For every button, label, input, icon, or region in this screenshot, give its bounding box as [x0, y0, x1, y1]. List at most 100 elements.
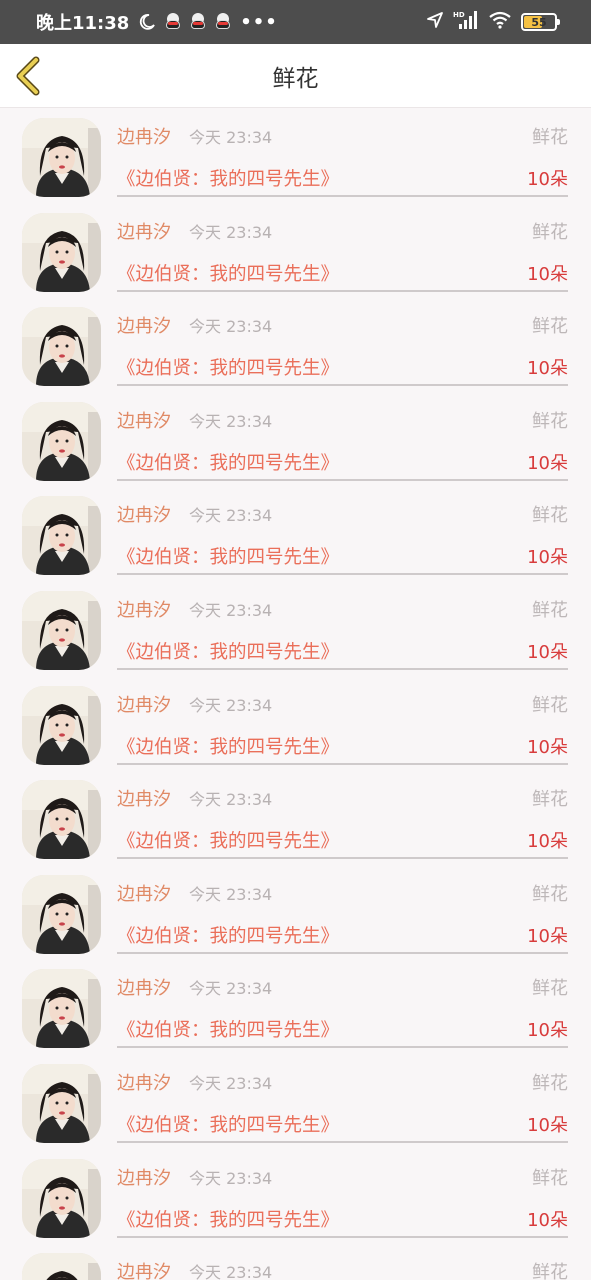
user-name[interactable]: 边冉汐 — [117, 785, 171, 811]
flower-count: 10朵 — [527, 452, 568, 474]
avatar[interactable] — [22, 118, 101, 197]
flower-count: 10朵 — [527, 1020, 568, 1042]
book-title[interactable]: 《边伯贤：我的四号先生》 — [117, 1206, 339, 1232]
book-title[interactable]: 《边伯贤：我的四号先生》 — [117, 1111, 339, 1137]
avatar[interactable] — [22, 307, 101, 387]
nav-bar: 鲜花 — [0, 44, 591, 108]
divider — [117, 573, 568, 576]
user-name[interactable]: 边冉汐 — [117, 1258, 171, 1280]
avatar[interactable] — [22, 1063, 101, 1143]
flower-count: 10朵 — [527, 169, 568, 190]
more-notifications-icon: ••• — [240, 11, 278, 33]
record-time: 今天 23:34 — [189, 979, 273, 999]
list-item[interactable]: 边冉汐 今天 23:34 鲜花《边伯贤：我的四号先生》 10朵 — [0, 1054, 591, 1149]
record-time: 今天 23:34 — [189, 884, 273, 904]
record-time: 今天 23:34 — [189, 506, 273, 526]
flower-count: 10朵 — [527, 1209, 568, 1231]
back-button[interactable] — [10, 54, 54, 98]
list-item[interactable]: 边冉汐 今天 23:34 鲜花 《边伯贤：我的四号先生》 10朵 — [0, 581, 591, 676]
list-item[interactable]: 边冉汐 今天 23:34 鲜花 《边伯贤：我的四号先生》 10朵 — [0, 676, 591, 771]
status-right: HD 55 — [426, 10, 560, 34]
book-title[interactable]: 《边伯贤：我的四号先生》 — [117, 543, 339, 569]
flower-count: 10朵 — [527, 1114, 568, 1136]
book-title[interactable]: 《边伯贤：我的四号先生》 — [117, 827, 339, 853]
avatar[interactable] — [22, 401, 101, 481]
avatar[interactable] — [22, 874, 101, 954]
book-title[interactable]: 《边伯贤：我的四号先生》 — [117, 733, 339, 759]
record-header: 边冉汐 今天 23:34 鲜花 — [117, 786, 568, 810]
status-time: 晚上11:38 — [36, 13, 130, 34]
list-item[interactable]: 边冉汐 今天 23:34 鲜花 《边伯贤：我的四号先生》 10朵 — [0, 770, 591, 865]
avatar[interactable] — [22, 590, 101, 670]
gift-type: 鲜花 — [532, 978, 568, 1000]
book-title[interactable]: 《边伯贤：我的四号先生》 — [117, 165, 339, 191]
hd-signal-icon: HD — [453, 10, 479, 34]
divider — [117, 1140, 568, 1143]
list-item[interactable]: 边冉汐 今天 23:34 鲜花 《边伯贤：我的四号先生》 10朵 — [0, 108, 591, 203]
page-title: 鲜花 — [272, 65, 319, 92]
divider — [117, 1235, 568, 1238]
list-item[interactable]: 边冉汐 今天 23:34 鲜花 《边伯贤：我的四号先生》 10朵 — [0, 203, 591, 298]
avatar[interactable] — [22, 685, 101, 765]
record-time: 今天 23:34 — [189, 1168, 273, 1188]
user-name[interactable]: 边冉汐 — [117, 1069, 171, 1095]
list-item[interactable]: 边冉汐 今天 23:34 鲜花 《边伯贤：我的四号先生》 10朵 — [0, 297, 591, 392]
flower-count: 10朵 — [527, 263, 568, 285]
record-header: 边冉汐 今天 23:34 鲜花 — [117, 502, 568, 526]
user-name[interactable]: 边冉汐 — [117, 407, 171, 433]
user-name[interactable]: 边冉汐 — [117, 123, 171, 149]
book-title[interactable]: 《边伯贤：我的四号先生》 — [117, 260, 339, 286]
user-name[interactable]: 边冉汐 — [117, 596, 171, 622]
record-header: 边冉汐 今天 23:34 鲜花 — [117, 408, 568, 432]
record-time: 今天 23:34 — [189, 1263, 273, 1280]
user-name[interactable]: 边冉汐 — [117, 691, 171, 717]
record-header: 边冉汐 今天 23:34 鲜花 — [117, 313, 568, 337]
avatar[interactable] — [22, 780, 101, 860]
avatar[interactable] — [22, 969, 101, 1049]
list-item[interactable]: 边冉汐 今天 23:34 鲜花《边伯贤：我的四号先生》 10朵 — [0, 959, 591, 1054]
user-name[interactable]: 边冉汐 — [117, 312, 171, 338]
list-item[interactable]: 边冉汐 今天 23:34 鲜花 — [0, 1243, 591, 1280]
record-detail: 《边伯贤：我的四号先生》 10朵 — [117, 260, 568, 286]
user-name[interactable]: 边冉汐 — [117, 1164, 171, 1190]
record-detail: 《边伯贤：我的四号先生》 10朵 — [117, 922, 568, 948]
avatar[interactable] — [22, 496, 101, 576]
book-title[interactable]: 《边伯贤：我的四号先生》 — [117, 449, 339, 475]
book-title[interactable]: 《边伯贤：我的四号先生》 — [117, 1016, 339, 1042]
record-header: 边冉汐 今天 23:34 鲜花 — [117, 124, 568, 148]
qq-icon — [190, 13, 206, 31]
book-title[interactable]: 《边伯贤：我的四号先生》 — [117, 354, 339, 380]
list-item[interactable]: 边冉汐 今天 23:34 鲜花《边伯贤：我的四号先生》 10朵 — [0, 865, 591, 960]
user-name[interactable]: 边冉汐 — [117, 974, 171, 1000]
gift-type: 鲜花 — [532, 883, 568, 905]
qq-icon — [215, 13, 231, 31]
record-detail: 《边伯贤：我的四号先生》 10朵 — [117, 733, 568, 759]
record-detail: 《边伯贤：我的四号先生》 10朵 — [117, 1206, 568, 1232]
user-name[interactable]: 边冉汐 — [117, 880, 171, 906]
gift-type: 鲜花 — [532, 1262, 568, 1280]
record-time: 今天 23:34 — [189, 222, 273, 242]
record-time: 今天 23:34 — [189, 1073, 273, 1093]
chevron-left-icon — [16, 56, 40, 96]
battery-text: 55 — [531, 15, 547, 29]
list-item[interactable]: 边冉汐 今天 23:34 鲜花 《边伯贤：我的四号先生》 10朵 — [0, 1149, 591, 1244]
divider — [117, 384, 568, 387]
book-title[interactable]: 《边伯贤：我的四号先生》 — [117, 922, 339, 948]
avatar[interactable] — [22, 1158, 101, 1238]
flower-count: 10朵 — [527, 736, 568, 758]
moon-icon — [138, 13, 156, 31]
flower-count: 10朵 — [527, 547, 568, 569]
flower-record-list: 边冉汐 今天 23:34 鲜花 《边伯贤：我的四号先生》 10朵 边冉汐 今天 23:34… — [0, 108, 591, 1280]
avatar[interactable] — [22, 212, 101, 292]
book-title[interactable]: 《边伯贤：我的四号先生》 — [117, 638, 339, 664]
list-item[interactable]: 边冉汐 今天 23:34 鲜花 《边伯贤：我的四号先生》 10朵 — [0, 392, 591, 487]
user-name[interactable]: 边冉汐 — [117, 501, 171, 527]
user-name[interactable]: 边冉汐 — [117, 218, 171, 244]
gift-type: 鲜花 — [532, 1072, 568, 1094]
record-time: 今天 23:34 — [189, 790, 273, 810]
flower-count: 10朵 — [527, 925, 568, 947]
gift-type: 鲜花 — [532, 789, 568, 811]
list-item[interactable]: 边冉汐 今天 23:34 鲜花 《边伯贤：我的四号先生》 10朵 — [0, 486, 591, 581]
avatar[interactable] — [22, 1253, 101, 1280]
record-header: 边冉汐 今天 23:34 鲜花 — [117, 1259, 568, 1280]
